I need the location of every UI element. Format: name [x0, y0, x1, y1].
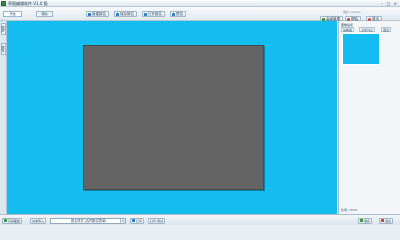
save-button[interactable]: 保存报名	[114, 11, 137, 17]
open-button[interactable]: 打开报名	[142, 11, 165, 17]
save-icon	[116, 12, 119, 16]
new-label: 新建报名	[92, 12, 106, 16]
print-label: 打印	[136, 218, 143, 223]
advanced-panel-label: 高级面板	[8, 218, 21, 223]
save-status-label: 保存	[364, 218, 371, 223]
status-bar: 高级面板 请求导入 报名样式 (合同报名表单) ▾ 打印 打印·测试 保存 退出	[0, 214, 400, 225]
print-test-button[interactable]: 打印·测试	[148, 217, 165, 224]
tab-layers[interactable]: 图层	[381, 27, 392, 32]
print-button[interactable]: 打印	[130, 217, 145, 224]
left-side-strip: 图层 属性	[0, 21, 7, 214]
page-sheet[interactable]	[83, 45, 264, 190]
title-bar: 草图编辑软件 V1.0 版 – □ ×	[0, 0, 400, 7]
new-icon	[88, 12, 91, 16]
template-select[interactable]: 报名样式 (合同报名表单) ▾	[50, 217, 126, 224]
exit-status-label: 退出	[385, 218, 392, 223]
tab-object-list[interactable]: 对象列表	[359, 27, 376, 32]
app-icon	[1, 1, 6, 6]
tab-start[interactable]: 开始	[3, 11, 22, 17]
preview-label: 预览	[176, 12, 183, 16]
open-label: 打开报名	[148, 12, 162, 16]
design-canvas[interactable]	[7, 21, 337, 214]
exit-status-icon	[381, 219, 384, 222]
open-icon	[144, 12, 147, 16]
save-label: 保存报名	[120, 12, 134, 16]
import-button[interactable]: 请求导入	[30, 217, 47, 224]
side-tab-properties[interactable]: 属性	[1, 43, 6, 55]
new-button[interactable]: 新建报名	[86, 11, 109, 17]
side-tab-layers[interactable]: 图层	[1, 23, 6, 35]
preview-button[interactable]: 预览	[170, 11, 186, 17]
save-status-button[interactable]: 保存	[358, 217, 373, 224]
tab-thumbnail[interactable]: 缩略图	[341, 27, 355, 32]
panel-icon	[4, 219, 7, 222]
main-toolbar: 开始 帮助 新建报名 保存报名 打开报名 预览 用户: admin 高级管理 帮…	[0, 7, 400, 21]
template-select-value: 报名样式 (合同报名表单)	[71, 218, 107, 223]
preview-icon	[172, 12, 175, 16]
window-controls[interactable]: – □ ×	[381, 1, 398, 6]
thumbnail-preview[interactable]	[342, 33, 380, 65]
advanced-panel-button[interactable]: 高级面板	[2, 217, 23, 224]
user-info: 用户: admin	[343, 10, 361, 14]
chevron-down-icon: ▾	[120, 218, 125, 223]
right-panel: 图像缩览 缩略图 对象列表 图层 比例: 100%	[338, 21, 400, 214]
save-status-icon	[360, 219, 363, 222]
print-icon	[132, 219, 135, 222]
tab-help[interactable]: 帮助	[36, 11, 53, 17]
exit-status-button[interactable]: 退出	[379, 217, 394, 224]
zoom-info: 比例: 100%	[341, 208, 358, 212]
